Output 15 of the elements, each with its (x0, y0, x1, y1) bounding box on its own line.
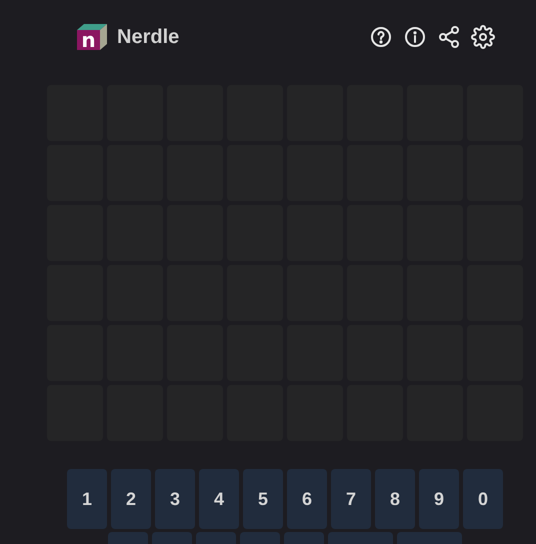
keyboard-key[interactable]: 4 (199, 469, 239, 529)
keyboard-key[interactable]: 0 (463, 469, 503, 529)
keyboard-key[interactable]: 6 (287, 469, 327, 529)
keyboard-key[interactable]: 9 (419, 469, 459, 529)
help-icon[interactable] (369, 25, 393, 49)
keyboard-key[interactable]: 8 (375, 469, 415, 529)
app-title: Nerdle (117, 26, 180, 48)
keyboard-key[interactable]: 1 (67, 469, 107, 529)
settings-icon[interactable] (471, 25, 495, 49)
keyboard-key[interactable]: 7 (331, 469, 371, 529)
share-icon[interactable] (437, 25, 461, 49)
info-icon[interactable] (403, 25, 427, 49)
keyboard-key[interactable]: 3 (155, 469, 195, 529)
keyboard-key[interactable]: 2 (111, 469, 151, 529)
keyboard-key[interactable]: 5 (243, 469, 283, 529)
